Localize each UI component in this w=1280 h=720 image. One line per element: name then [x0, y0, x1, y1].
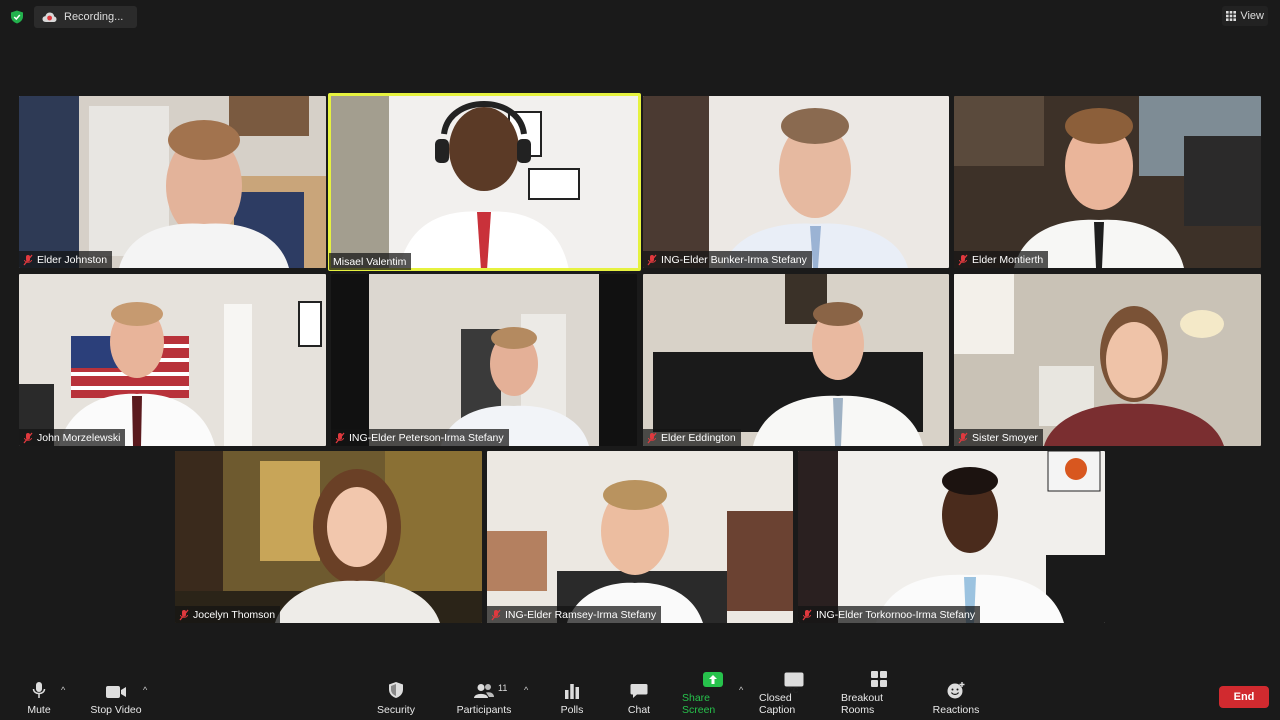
participant-name-tag: John Morzelewski: [19, 429, 126, 446]
video-camera-icon: [106, 686, 126, 698]
video-options-caret-icon[interactable]: ^: [143, 685, 147, 695]
polls-bar-chart-icon: [565, 684, 579, 699]
polls-button[interactable]: Polls: [556, 668, 588, 720]
security-shield-icon: [389, 682, 403, 698]
muted-mic-icon: [179, 609, 189, 620]
muted-mic-icon: [491, 609, 501, 620]
video-tile[interactable]: John Morzelewski: [19, 274, 326, 446]
participant-name: Elder Montierth: [972, 253, 1044, 266]
participant-name-tag: Elder Johnston: [19, 251, 113, 268]
video-tile[interactable]: ING-Elder Torkornoo-Irma Stefany: [798, 451, 1105, 623]
video-tile[interactable]: Elder Eddington: [643, 274, 949, 446]
end-meeting-button[interactable]: End: [1219, 686, 1269, 708]
mute-label: Mute: [27, 704, 51, 716]
reactions-button[interactable]: Reactions: [933, 668, 979, 720]
participant-name: ING-Elder Ramsey-Irma Stefany: [505, 608, 657, 621]
stop-video-label: Stop Video: [90, 704, 142, 716]
view-label: View: [1240, 10, 1264, 22]
participants-count: 11: [498, 683, 508, 693]
reactions-smiley-icon: [947, 682, 965, 699]
participant-video: [19, 96, 326, 268]
participant-video: [329, 94, 640, 270]
closed-caption-icon: [784, 672, 804, 687]
participant-name-tag: ING-Elder Torkornoo-Irma Stefany: [798, 606, 981, 623]
muted-mic-icon: [958, 432, 968, 443]
participant-name-tag: ING-Elder Bunker-Irma Stefany: [643, 251, 812, 268]
participant-name: ING-Elder Peterson-Irma Stefany: [349, 431, 504, 444]
video-tile[interactable]: Jocelyn Thomson: [175, 451, 482, 623]
view-button[interactable]: View: [1222, 6, 1268, 26]
participant-video: [331, 274, 637, 446]
meeting-toolbar: Mute ^ Stop Video ^ Security Participant…: [0, 668, 1280, 720]
participant-name-tag: Elder Eddington: [643, 429, 741, 446]
video-tile-active-speaker[interactable]: Misael Valentim: [328, 93, 641, 271]
muted-mic-icon: [335, 432, 345, 443]
participants-icon: [474, 684, 494, 698]
breakout-rooms-button[interactable]: Breakout Rooms: [841, 668, 917, 720]
security-button[interactable]: Security: [374, 668, 418, 720]
participant-name-tag: Elder Montierth: [954, 251, 1049, 268]
closed-caption-label: Closed Caption: [759, 692, 796, 716]
audio-options-caret-icon[interactable]: ^: [61, 685, 65, 695]
share-options-caret-icon[interactable]: ^: [739, 685, 743, 695]
microphone-icon: [32, 682, 46, 698]
security-label: Security: [377, 704, 415, 716]
shield-check-icon[interactable]: [10, 10, 24, 24]
participants-options-caret-icon[interactable]: ^: [524, 685, 528, 695]
video-tile[interactable]: ING-Elder Bunker-Irma Stefany: [643, 96, 949, 268]
participant-name: Elder Johnston: [37, 253, 108, 266]
video-tile[interactable]: ING-Elder Ramsey-Irma Stefany: [487, 451, 793, 623]
polls-label: Polls: [560, 704, 584, 716]
participant-name-tag: ING-Elder Ramsey-Irma Stefany: [487, 606, 662, 623]
breakout-rooms-label: Breakout Rooms: [841, 692, 884, 716]
cloud-record-icon: [42, 12, 57, 22]
participant-name: Elder Eddington: [661, 431, 736, 444]
muted-mic-icon: [802, 609, 812, 620]
share-screen-button[interactable]: Share Screen: [682, 668, 744, 720]
grid-view-icon: [1226, 11, 1237, 21]
chat-label: Chat: [627, 704, 651, 716]
video-tile[interactable]: Elder Montierth: [954, 96, 1261, 268]
breakout-rooms-grid-icon: [871, 671, 887, 687]
muted-mic-icon: [23, 432, 33, 443]
video-tile[interactable]: Sister Smoyer: [954, 274, 1261, 446]
participant-video: [19, 274, 326, 446]
muted-mic-icon: [647, 432, 657, 443]
participant-name: Sister Smoyer: [972, 431, 1038, 444]
participant-video: [643, 96, 949, 268]
participant-name: Jocelyn Thomson: [193, 608, 276, 621]
mute-button[interactable]: Mute: [22, 668, 56, 720]
top-bar: Recording... View: [0, 0, 1280, 34]
participant-name-tag: ING-Elder Peterson-Irma Stefany: [331, 429, 509, 446]
participant-video: [954, 96, 1261, 268]
participant-name-tag: Jocelyn Thomson: [175, 606, 281, 623]
participant-name: ING-Elder Bunker-Irma Stefany: [661, 253, 807, 266]
reactions-label: Reactions: [932, 704, 980, 716]
participant-video: [487, 451, 793, 623]
participant-video: [643, 274, 949, 446]
participant-video: [954, 274, 1261, 446]
participant-name: John Morzelewski: [37, 431, 121, 444]
share-screen-arrow-icon: [703, 672, 723, 687]
chat-bubble-icon: [630, 684, 648, 698]
video-tile[interactable]: ING-Elder Peterson-Irma Stefany: [331, 274, 637, 446]
participant-name: Misael Valentim: [333, 255, 407, 268]
participants-label: Participants: [456, 704, 512, 716]
participant-name-tag: Misael Valentim: [329, 253, 412, 270]
share-screen-label: Share Screen: [682, 692, 716, 716]
stop-video-button[interactable]: Stop Video: [88, 668, 144, 720]
participants-button[interactable]: Participants: [455, 668, 513, 720]
participant-name: ING-Elder Torkornoo-Irma Stefany: [816, 608, 976, 621]
recording-label: Recording...: [64, 11, 124, 23]
participant-video: [798, 451, 1105, 623]
recording-indicator[interactable]: Recording...: [34, 6, 137, 28]
video-tile[interactable]: Elder Johnston: [19, 96, 326, 268]
participant-video: [175, 451, 482, 623]
cc-icon-text: CC: [787, 686, 799, 695]
muted-mic-icon: [958, 254, 968, 265]
chat-button[interactable]: Chat: [624, 668, 654, 720]
muted-mic-icon: [23, 254, 33, 265]
participant-name-tag: Sister Smoyer: [954, 429, 1043, 446]
muted-mic-icon: [647, 254, 657, 265]
